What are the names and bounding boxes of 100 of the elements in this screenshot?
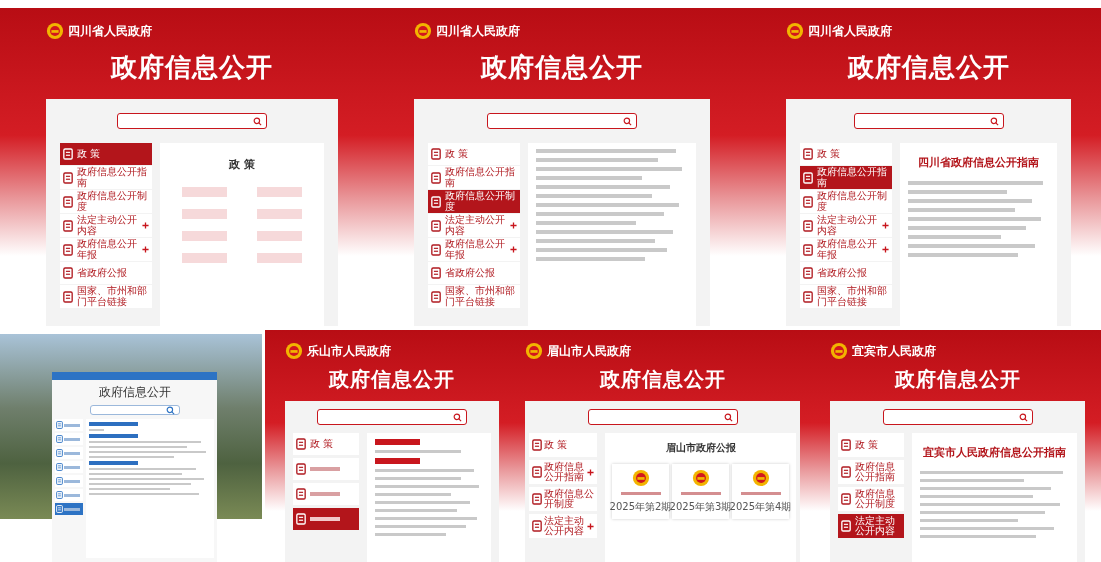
plus-icon: [587, 468, 594, 476]
issue-date: 2025年第3期: [669, 500, 732, 514]
nav-item[interactable]: 政府信息公开制度: [800, 190, 892, 213]
document-icon: [56, 421, 63, 429]
document-icon: [296, 438, 306, 450]
search-icon: [1018, 412, 1028, 422]
emblem-icon: [285, 342, 303, 360]
nav-item[interactable]: [293, 458, 359, 480]
nav-item[interactable]: 法定主动公开内容: [428, 214, 520, 237]
nav-item[interactable]: 政 策: [293, 433, 359, 455]
nav-item[interactable]: [55, 461, 83, 473]
bulletin-card[interactable]: 2025年第3期: [672, 464, 729, 519]
document-icon: [841, 439, 851, 451]
plus-icon: [142, 246, 149, 253]
document-icon: [63, 243, 73, 256]
search-field[interactable]: [117, 113, 267, 129]
search-field[interactable]: [487, 113, 637, 129]
search-field[interactable]: [882, 409, 1033, 425]
search-icon: [253, 116, 262, 126]
document-icon: [841, 466, 851, 478]
page-title: 政府信息公开: [109, 51, 274, 84]
nav-item[interactable]: 省政府公报: [800, 262, 892, 284]
search-field[interactable]: [89, 405, 180, 415]
plus-icon: [587, 522, 594, 530]
document-icon: [532, 439, 542, 451]
nav-item[interactable]: [55, 475, 83, 487]
document-icon: [296, 513, 306, 525]
plus-icon: [142, 222, 149, 229]
nav-item[interactable]: 法定主动公开内容: [60, 214, 152, 237]
illegible-text-line: [680, 492, 721, 495]
plus-icon: [882, 246, 889, 253]
page-title: 政府信息公开: [328, 366, 456, 393]
nav-item[interactable]: 国家、市州和部门平台链接: [428, 285, 520, 308]
category-tag: [89, 422, 138, 426]
nav-item[interactable]: 政府信息公开制度: [529, 487, 597, 511]
document-icon: [803, 243, 813, 256]
nav-item[interactable]: 政府信息公开制度: [60, 190, 152, 213]
document-icon: [803, 171, 813, 184]
nav-item[interactable]: 政 策: [838, 433, 904, 457]
nav-item[interactable]: 法定主动公开内容: [529, 514, 597, 538]
nav-item[interactable]: 政府信息公开指南: [529, 460, 597, 484]
nav-item[interactable]: 政 策: [60, 143, 152, 165]
nav-item[interactable]: 政府信息公开指南: [428, 166, 520, 189]
article-title: 四川省政府信息公开指南: [918, 155, 1039, 171]
document-icon: [56, 449, 63, 457]
nav-item[interactable]: 省政府公报: [428, 262, 520, 284]
document-icon: [296, 463, 306, 475]
search-field[interactable]: [587, 409, 738, 425]
nav-item[interactable]: 政 策: [800, 143, 892, 165]
page-title: 政府信息公开: [846, 51, 1011, 84]
section-heading: 眉山市政府公报: [665, 441, 736, 455]
site-logo-text: 宜宾市人民政府: [852, 342, 936, 360]
search-icon: [723, 412, 733, 422]
nav-item[interactable]: 政府信息公开年报: [800, 238, 892, 261]
plus-icon: [510, 222, 517, 229]
illegible-text-line: [620, 492, 661, 495]
document-icon: [532, 493, 542, 505]
category-tag: [89, 434, 138, 438]
emblem-icon: [691, 469, 710, 487]
illegible-text-line: [89, 429, 104, 431]
page-title: 政府信息公开: [97, 384, 172, 401]
document-icon: [431, 195, 441, 208]
nav-item[interactable]: [55, 489, 83, 501]
nav-item[interactable]: [55, 447, 83, 459]
site-logo-text: 四川省人民政府: [68, 22, 152, 40]
nav-item[interactable]: 政府信息公开指南: [800, 166, 892, 189]
nav-item[interactable]: 政府信息公开指南: [838, 460, 904, 484]
nav-item[interactable]: 政府信息公开制度: [838, 487, 904, 511]
bulletin-card[interactable]: 2025年第4期: [732, 464, 789, 519]
nav-item[interactable]: 省政府公报: [60, 262, 152, 284]
document-icon: [803, 148, 813, 160]
issue-date: 2025年第2期: [609, 500, 672, 514]
document-icon: [63, 219, 73, 232]
emblem-icon: [751, 469, 770, 487]
nav-item[interactable]: [293, 508, 359, 530]
nav-item[interactable]: [293, 483, 359, 505]
nav-item[interactable]: 政 策: [428, 143, 520, 165]
document-icon: [532, 520, 542, 532]
document-icon: [431, 290, 441, 303]
nav-item[interactable]: [55, 433, 83, 445]
emblem-icon: [631, 469, 650, 487]
search-icon: [623, 116, 632, 126]
document-icon: [431, 243, 441, 256]
nav-item[interactable]: 政府信息公开年报: [60, 238, 152, 261]
nav-item[interactable]: 政府信息公开制度: [428, 190, 520, 213]
search-icon: [165, 405, 175, 415]
nav-item[interactable]: 国家、市州和部门平台链接: [60, 285, 152, 308]
nav-item[interactable]: 法定主动公开内容: [800, 214, 892, 237]
nav-item[interactable]: 法定主动公开内容: [838, 514, 904, 538]
search-icon: [453, 412, 462, 422]
nav-item[interactable]: 政 策: [529, 433, 597, 457]
bulletin-card[interactable]: 2025年第2期: [612, 464, 669, 519]
search-icon: [989, 116, 999, 126]
search-field[interactable]: [853, 113, 1004, 129]
nav-item[interactable]: 政府信息公开指南: [60, 166, 152, 189]
nav-item[interactable]: 政府信息公开年报: [428, 238, 520, 261]
nav-item[interactable]: [55, 503, 83, 515]
nav-item[interactable]: [55, 419, 83, 431]
nav-item[interactable]: 国家、市州和部门平台链接: [800, 285, 892, 308]
search-field[interactable]: [317, 409, 467, 425]
